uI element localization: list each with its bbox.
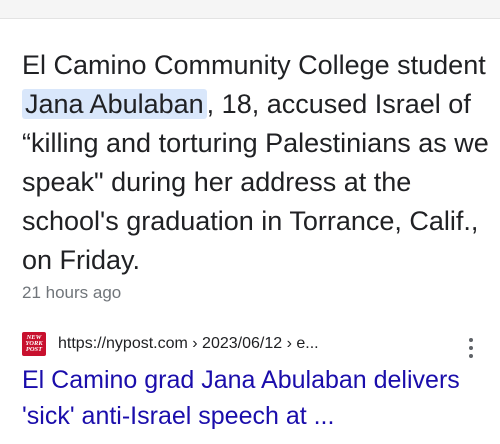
- kebab-dot: [469, 354, 473, 358]
- nypost-favicon-icon: NEW YORK POST: [22, 332, 46, 356]
- snippet-text-before: El Camino Community College student: [22, 50, 486, 80]
- more-vert-icon[interactable]: [468, 338, 474, 358]
- snippet-highlight: Jana Abulaban: [22, 89, 207, 119]
- kebab-dot: [469, 338, 473, 342]
- result-title-link[interactable]: El Camino grad Jana Abulaban delivers 's…: [22, 362, 492, 434]
- result-url[interactable]: https://nypost.com › 2023/06/12 › e...: [58, 335, 319, 353]
- result-snippet: El Camino Community College student Jana…: [22, 46, 492, 280]
- favicon-text-post: POST: [25, 346, 43, 353]
- result-source[interactable]: NEW YORK POST https://nypost.com › 2023/…: [22, 330, 492, 358]
- kebab-dot: [469, 346, 473, 350]
- top-divider: [0, 0, 500, 19]
- result-timestamp: 21 hours ago: [22, 283, 122, 302]
